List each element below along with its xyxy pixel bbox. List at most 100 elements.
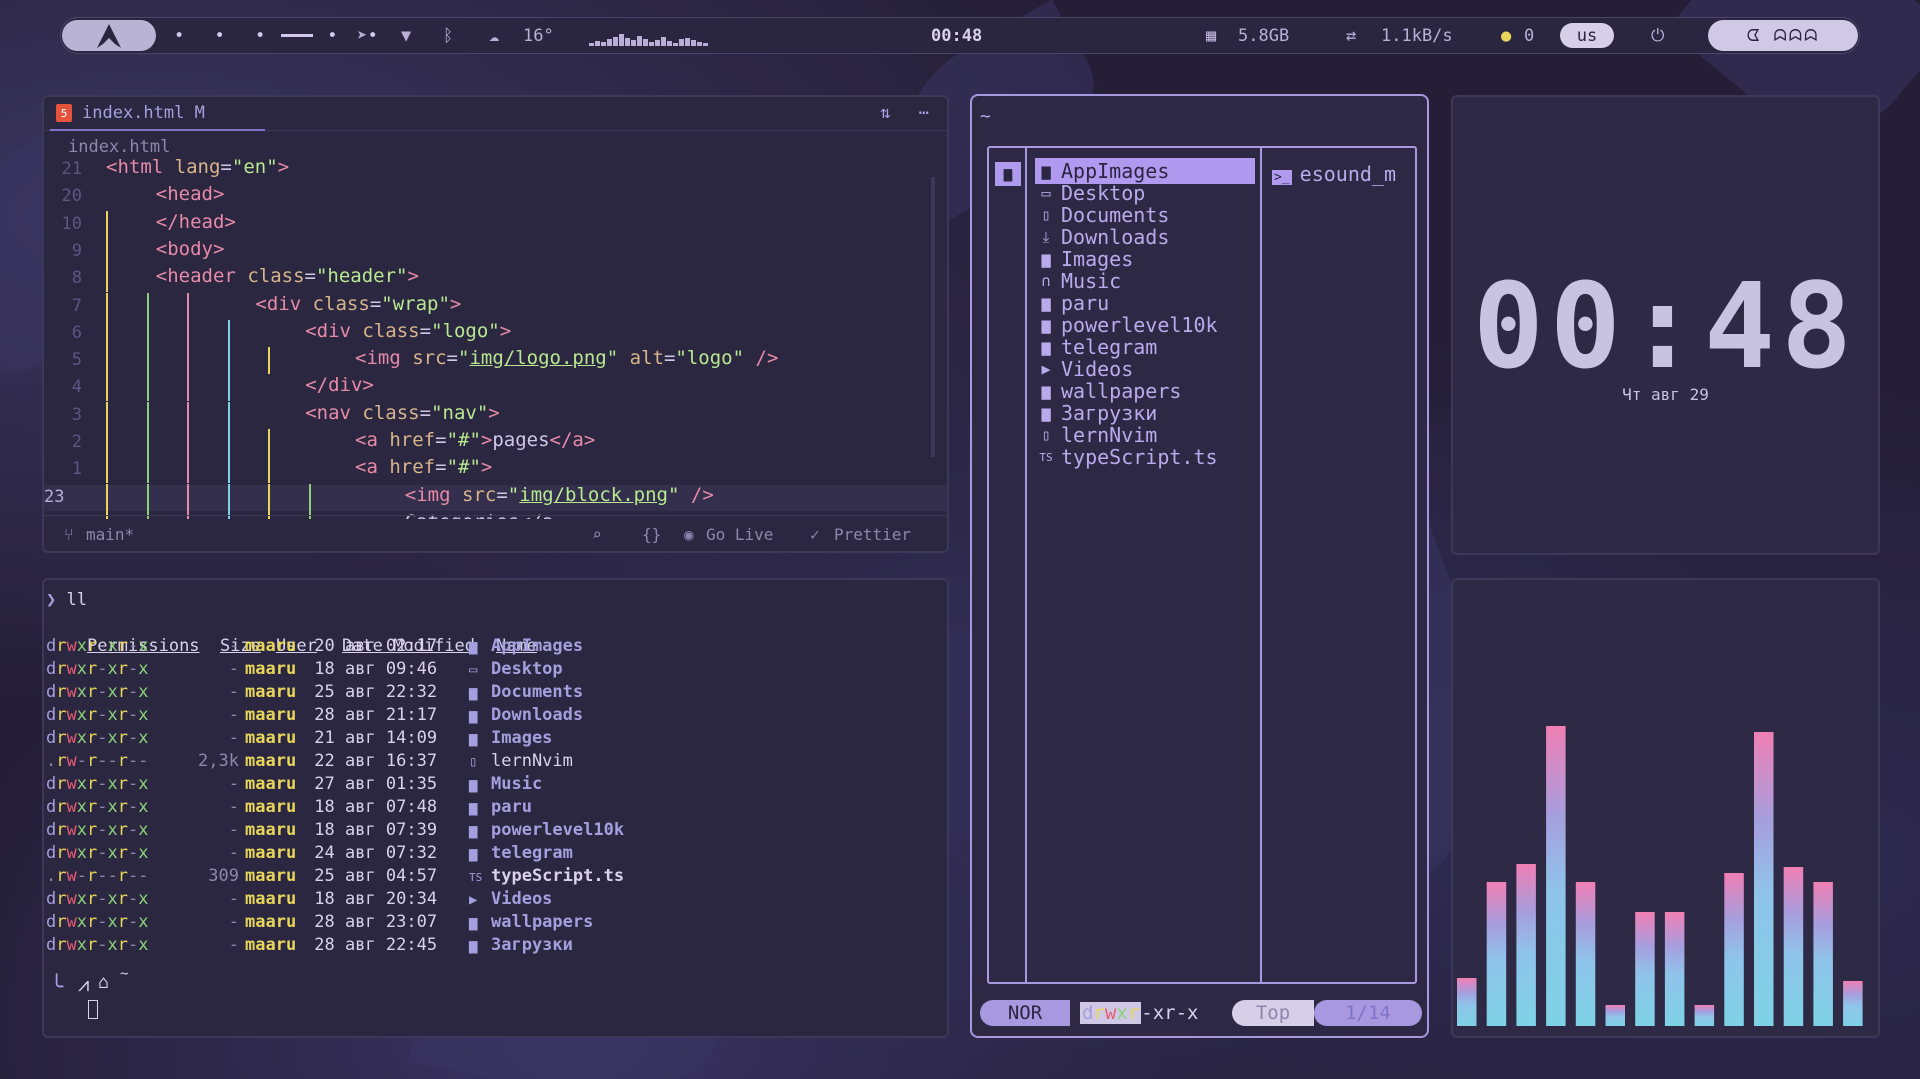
broadcast-icon: ◉: [684, 525, 694, 544]
code-line[interactable]: <div class="wrap">: [255, 293, 461, 315]
code-line[interactable]: <div class="logo">: [305, 320, 511, 342]
perm: drwxr-xr-x: [46, 797, 149, 817]
folder-icon: ▆: [469, 708, 478, 724]
pacman-ghosts-icon: ᗧ ᗣᗣᗣ: [1708, 20, 1858, 51]
user: maaru: [245, 636, 297, 656]
perm: drwxr-xr-x: [46, 636, 149, 656]
search-icon[interactable]: ⌕: [592, 525, 602, 544]
code-line[interactable]: <a href="#">: [355, 456, 492, 478]
code-line[interactable]: <head>: [156, 183, 225, 205]
filename: paru: [491, 797, 532, 817]
git-compare-icon[interactable]: ⇅: [880, 103, 890, 123]
fm-columns: ▆ ▆ AppImages ▭ Desktop ▯ Documents ⤓ Downloads…: [987, 146, 1417, 984]
visualizer-bar: [1546, 726, 1566, 1026]
folder-icon: ▆: [469, 846, 478, 862]
arch-launcher-button[interactable]: [62, 20, 156, 51]
tab-index-html[interactable]: 5 index.html M: [50, 97, 265, 131]
filename: Downloads: [491, 705, 584, 725]
code-area[interactable]: 21 <html lang="en"> 20 <head> 10 </head> 9 <bod…: [44, 159, 947, 519]
indent-guide: [187, 483, 190, 511]
perm-type: d: [1082, 1002, 1094, 1024]
code-line[interactable]: <img src="img/logo.png" alt="logo" />: [355, 347, 778, 369]
user: maaru: [245, 774, 297, 794]
indent-guide: [146, 456, 149, 484]
cava-mini-visualizer: [589, 34, 708, 46]
indent-guide: [106, 292, 108, 320]
terminal-row: drwxr-xr-x - maaru 28 авг 22:45 ▆ Загрузки: [46, 934, 573, 957]
fm-item[interactable]: TS typeScript.ts: [1035, 444, 1255, 470]
network-icon: ⇄: [1346, 25, 1357, 46]
indent-guide: [187, 292, 190, 320]
line-number: 3: [71, 404, 82, 425]
perm-read: r: [1093, 1002, 1105, 1024]
user: maaru: [245, 751, 297, 771]
bluetooth-icon[interactable]: ᛒ: [443, 18, 453, 53]
line-number: 1: [71, 459, 82, 480]
size: -: [228, 912, 239, 932]
workspaces[interactable]: • • • • •: [174, 18, 388, 53]
scrollbar[interactable]: [931, 177, 935, 457]
indent-guide: [187, 319, 190, 347]
network-speed: 1.1kB/s: [1381, 25, 1453, 46]
file-manager-window[interactable]: ~ ▆ ▆ AppImages ▭ Desktop ▯ Documents ⤓ Downloa…: [970, 94, 1429, 1038]
git-branch[interactable]: main*: [86, 525, 134, 544]
mini-bar: [703, 43, 708, 46]
terminal-row: drwxr-xr-x - maaru 21 авг 14:09 ▆ Images: [46, 727, 552, 750]
indent-guide: [106, 401, 108, 429]
code-line[interactable]: <body>: [156, 238, 225, 260]
code-line[interactable]: </head>: [156, 211, 236, 233]
mini-bar: [631, 40, 636, 46]
wifi-icon[interactable]: ▼: [401, 18, 411, 53]
perm: drwxr-xr-x: [46, 774, 149, 794]
code-line[interactable]: <html lang="en">: [106, 159, 289, 178]
indent-guide: [227, 456, 230, 484]
visualizer-bar: [1754, 732, 1774, 1026]
fm-statusline: NOR drwxr -xr-x Top 1/14: [980, 1000, 1422, 1026]
indent-guide: [106, 347, 108, 375]
mini-bar: [655, 40, 660, 46]
perm: drwxr-xr-x: [46, 843, 149, 863]
perm: drwxr-xr-x: [46, 682, 149, 702]
terminal-row: .rw-r--r-- 2,3k maaru 22 авг 16:37 ▯ lernNvi…: [46, 750, 573, 773]
perm: .rw-r--r--: [46, 866, 149, 886]
indent-guide: [187, 401, 190, 429]
code-line[interactable]: <header class="header">: [156, 265, 419, 287]
code-line[interactable]: </div>: [305, 374, 374, 396]
date: 18 авг 07:48: [304, 797, 438, 817]
html5-icon: 5: [56, 104, 72, 122]
keyboard-layout-button[interactable]: us: [1560, 23, 1614, 48]
code-line[interactable]: <nav class="nav">: [305, 402, 500, 424]
indent-guide: [146, 347, 149, 375]
fm-preview: >_ esound_m: [1272, 162, 1396, 186]
prompt-corner-icon: ╰: [50, 975, 64, 1000]
fm-parent-column[interactable]: ▆: [989, 148, 1027, 982]
indent-guide: [309, 483, 311, 511]
fm-current-column[interactable]: ▆ AppImages ▭ Desktop ▯ Documents ⤓ Downloads ▆ I…: [1027, 148, 1262, 982]
perm: drwxr-xr-x: [46, 659, 149, 679]
go-live-button[interactable]: Go Live: [706, 525, 773, 544]
date: 28 авг 22:45: [304, 935, 438, 955]
size: -: [228, 728, 239, 748]
memory-usage: 5.8GB: [1238, 25, 1290, 46]
prettier-button[interactable]: Prettier: [834, 525, 911, 544]
more-actions-icon[interactable]: ⋯: [919, 103, 929, 123]
visualizer-bar: [1813, 882, 1833, 1026]
mini-bar: [649, 42, 654, 46]
power-icon[interactable]: ⏻: [1651, 18, 1664, 53]
braces-icon[interactable]: {}: [642, 525, 661, 544]
terminal-row: drwxr-xr-x - maaru 24 авг 07:32 ▆ telegram: [46, 842, 573, 865]
clock-widget: 00:48 Чт авг 29: [1451, 95, 1880, 555]
code-line[interactable]: <img src="img/block.png" />: [405, 484, 714, 506]
indent-guide: [106, 456, 108, 484]
bar-clock: 00:48: [931, 25, 983, 46]
mini-bar: [613, 37, 618, 46]
size: -: [228, 889, 239, 909]
visualizer-bar: [1724, 873, 1744, 1026]
folder-icon: ▆: [1041, 382, 1051, 400]
code-line[interactable]: <a href="#">pages</a>: [355, 429, 595, 451]
mini-bar: [643, 39, 648, 46]
visualizer-bar: [1843, 981, 1863, 1026]
visualizer-bars: [1457, 726, 1863, 1026]
terminal-window[interactable]: ❯ ll Permissions Size User Date Modified Nam…: [42, 578, 949, 1038]
telegram-icon[interactable]: ➤: [357, 18, 367, 53]
